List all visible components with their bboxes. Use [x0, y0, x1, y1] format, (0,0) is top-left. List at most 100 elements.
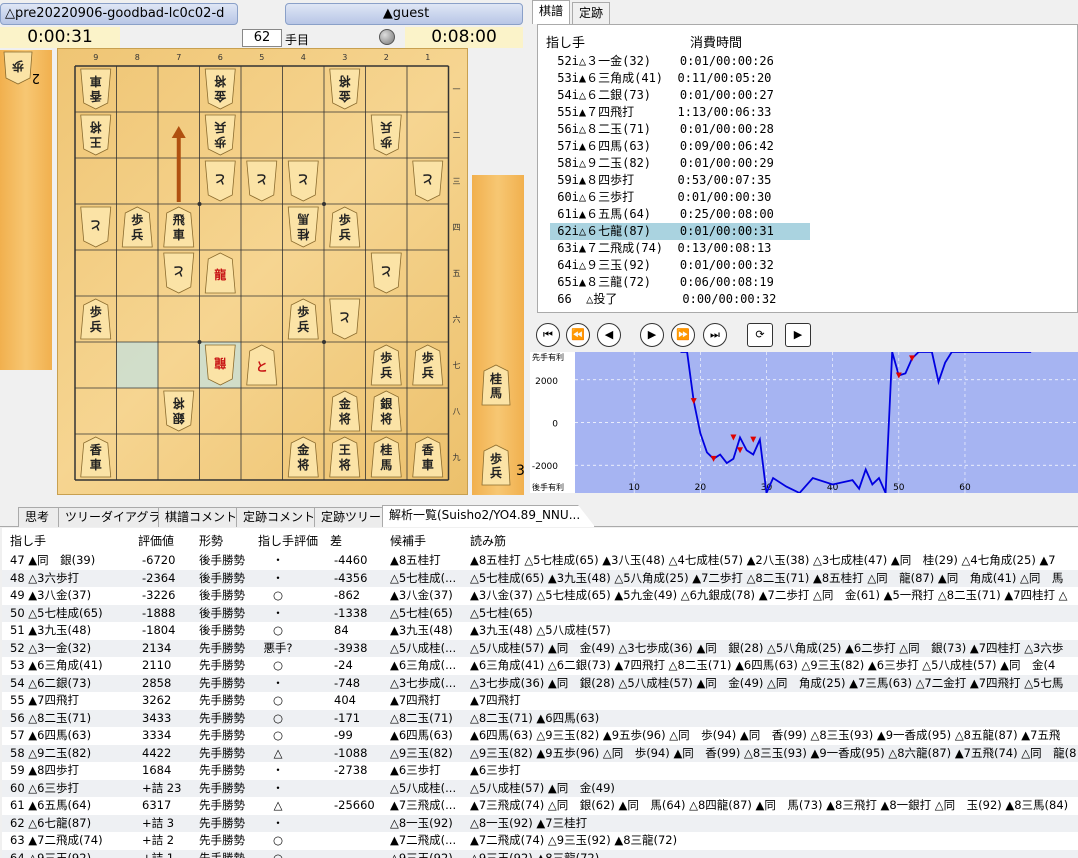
next-branch-button[interactable]: ⏩ — [671, 323, 695, 347]
table-cell: 3262 — [142, 693, 172, 707]
table-header[interactable]: 差 — [330, 532, 388, 550]
board-piece[interactable]: 歩兵 — [370, 114, 402, 156]
board-piece[interactable]: 歩兵 — [412, 344, 444, 386]
tab-joseki[interactable]: 定跡 — [572, 2, 611, 24]
board-piece[interactable]: 金将 — [287, 436, 319, 478]
table-row[interactable]: 57 ▲6四馬(63) 3334 先手勝勢 ○ -99 ▲6四馬(63) ▲6四馬(63) … — [2, 727, 1078, 745]
table-row[interactable]: 50 △5七桂成(65) -1888 後手勝勢 ・ -1338 △5七桂(65) △5七桂(… — [2, 604, 1078, 622]
board-piece[interactable]: 歩兵 — [329, 206, 361, 248]
board-piece[interactable]: 香車 — [80, 68, 112, 110]
table-row[interactable]: 47 ▲同 銀(39) -6720 後手勝勢 ・ -4460 ▲8五桂打 ▲8五桂打 △5七… — [2, 552, 1078, 570]
kifu-row[interactable]: 65i▲８三龍(72) 0:06/00:08:19 — [550, 274, 810, 291]
kifu-row[interactable]: 56i△８二玉(71) 0:01/00:00:28 — [550, 121, 810, 138]
table-header[interactable]: 読み筋 — [470, 532, 1078, 550]
table-row[interactable]: 56 △8二玉(71) 3433 先手勝勢 ○ -171 △8二玉(71) △8二玉(71)… — [2, 709, 1078, 727]
board-piece[interactable]: 歩兵 — [287, 298, 319, 340]
board-piece[interactable]: 銀将 — [163, 390, 195, 432]
table-row[interactable]: 64 △9三玉(92) +詰 1 先手勝勢 ○ △9三玉(92) △9三玉(92) ▲8三… — [2, 849, 1078, 858]
kifu-row[interactable]: 55i▲７四飛打 1:13/00:06:33 — [550, 104, 810, 121]
evaluation-graph[interactable]: 2000 0 -2000 先手有利 後手有利 10 20 30 40 50 60 — [530, 351, 1078, 497]
table-row[interactable]: 52 △3一金(32) 2134 先手勝勢 悪手? -3938 △5八成桂(... △5八成… — [2, 639, 1078, 657]
kifu-list[interactable]: 指し手 消費時間 52i△３一金(32) 0:01/00:00:26 53i▲６… — [537, 24, 1078, 313]
shogi-board[interactable]: 987654321一二三四五六七八九香車金将金将王将歩兵歩兵ととととと歩兵飛車桂… — [57, 48, 468, 495]
table-cell: △9三玉(82) — [390, 745, 453, 760]
piece-label: 銀 — [173, 411, 186, 426]
board-piece[interactable]: と — [204, 160, 236, 202]
table-header[interactable]: 評価値 — [138, 532, 196, 550]
board-grid[interactable]: 9 8 7 6 5 4 3 2 1一二三四五六七八九香車金将金将王将歩兵歩兵ととととと 歩兵飛車桂… — [58, 49, 469, 496]
board-piece[interactable]: 金将 — [329, 390, 361, 432]
kifu-row[interactable]: 52i△３一金(32) 0:01/00:00:26 — [550, 53, 810, 70]
table-header[interactable]: 候補手 — [390, 532, 468, 550]
analysis-table[interactable]: 指し手 評価値 形勢 指し手評価差候補手 読み筋 47 ▲同 銀(39) -6720 後手勝… — [2, 528, 1078, 858]
table-header[interactable]: 指し手 — [10, 532, 136, 550]
table-header[interactable]: 形勢 — [199, 532, 257, 550]
board-piece[interactable]: 桂馬 — [370, 436, 402, 478]
move-number-input[interactable]: 62 — [242, 29, 282, 47]
board-piece[interactable]: 龍 — [204, 344, 236, 386]
kifu-row[interactable]: 64i△９三玉(92) 0:01/00:00:32 — [550, 257, 810, 274]
board-piece[interactable]: 香車 — [80, 436, 112, 478]
table-row[interactable]: 63 ▲7二飛成(74) +詰 2 先手勝勢 ○ ▲7二飛成(... ▲7二飛成(74) … — [2, 832, 1078, 850]
tab-kifu[interactable]: 棋譜 — [532, 0, 571, 24]
kifu-row[interactable]: 62i△６七龍(87) 0:01/00:00:31 — [550, 223, 810, 240]
board-piece[interactable]: と — [287, 160, 319, 202]
board-piece[interactable]: 桂馬 — [287, 206, 319, 248]
board-piece[interactable]: と — [329, 298, 361, 340]
board-piece[interactable]: 歩兵 — [204, 114, 236, 156]
table-row[interactable]: 51 ▲3九玉(48) -1804 後手勝勢 ○ 84 ▲3九玉(48) ▲3九玉(48) … — [2, 622, 1078, 640]
board-piece[interactable]: 歩兵 — [121, 206, 153, 248]
prev-branch-button[interactable]: ⏪ — [566, 323, 590, 347]
kifu-row[interactable]: 63i▲７二飛成(74) 0:13/00:08:13 — [550, 240, 810, 257]
table-row[interactable]: 59 ▲8四歩打 1684 先手勝勢 ・ -2738 ▲6三歩打 ▲6三歩打 — [2, 762, 1078, 780]
board-piece[interactable]: 王将 — [329, 436, 361, 478]
flip-board-button[interactable]: ⟳ — [747, 323, 773, 347]
piece-label: 将 — [339, 457, 351, 472]
board-piece[interactable]: と — [370, 252, 402, 294]
gote-hand-piece[interactable]: 歩 2 — [0, 50, 52, 100]
kifu-row[interactable]: 61i▲６五馬(64) 0:25/00:08:00 — [550, 206, 810, 223]
board-piece[interactable]: と — [163, 252, 195, 294]
table-row[interactable]: 62 △6七龍(87) +詰 3 先手勝勢 ・ △8一玉(92) △8一玉(92) ▲7三… — [2, 814, 1078, 832]
kifu-row[interactable]: 54i△６二銀(73) 0:01/00:00:27 — [550, 87, 810, 104]
sente-hand-pieces[interactable]: 桂馬歩兵 3 — [472, 175, 525, 495]
kifu-row[interactable]: 53i▲６三角成(41) 0:11/00:05:20 — [550, 70, 810, 87]
board-piece[interactable]: 金将 — [204, 68, 236, 110]
sente-hand-piece-0[interactable]: 桂馬 — [481, 364, 511, 406]
next-move-button[interactable]: ▶ — [640, 323, 664, 347]
kifu-row[interactable]: 57i▲６四馬(63) 0:09/00:06:42 — [550, 138, 810, 155]
kifu-row[interactable]: 60i△６三歩打 0:01/00:00:30 — [550, 189, 810, 206]
first-move-button[interactable]: ⏮ — [536, 323, 560, 347]
table-row[interactable]: 58 △9二玉(82) 4422 先手勝勢 △ -1088 △9三玉(82) △9三玉(82… — [2, 744, 1078, 762]
board-piece[interactable]: 歩兵 — [370, 344, 402, 386]
table-row[interactable]: 55 ▲7四飛打 3262 先手勝勢 ○ 404 ▲7四飛打 ▲7四飛打 — [2, 692, 1078, 710]
kifu-row[interactable]: 59i▲８四歩打 0:53/00:07:35 — [550, 172, 810, 189]
board-piece[interactable]: 龍 — [204, 252, 236, 294]
board-piece[interactable]: 銀将 — [370, 390, 402, 432]
bottom-tab-0[interactable]: 思考 — [18, 507, 65, 527]
board-piece[interactable]: と — [246, 160, 278, 202]
board-piece[interactable]: 金将 — [329, 68, 361, 110]
table-row[interactable]: 48 △3六歩打 -2364 後手勝勢 ・ -4356 △5七桂成(... △5七桂成(65… — [2, 569, 1078, 587]
table-header[interactable]: 指し手評価 — [258, 532, 328, 550]
board-piece[interactable]: と — [246, 344, 278, 386]
board-piece[interactable]: と — [80, 206, 112, 248]
table-row[interactable]: 49 ▲3八金(37) -3226 後手勝勢 ○ -862 ▲3八金(37) ▲3八金(37… — [2, 587, 1078, 605]
table-row[interactable]: 61 ▲6五馬(64) 6317 先手勝勢 △ -25660 ▲7三飛成(... ▲7三飛成… — [2, 797, 1078, 815]
board-piece[interactable]: と — [412, 160, 444, 202]
table-row[interactable]: 60 △6三歩打 +詰 23 先手勝勢 ・ △5八成桂(... △5八成桂(57) ▲同 … — [2, 779, 1078, 797]
table-cell: -748 — [334, 675, 361, 690]
table-row[interactable]: 53 ▲6三角成(41) 2110 先手勝勢 ○ -24 ▲6三角成(... ▲6三角成(4… — [2, 657, 1078, 675]
board-piece[interactable]: 香車 — [412, 436, 444, 478]
sente-hand-piece-1[interactable]: 歩兵 3 — [481, 444, 525, 486]
bottom-tab-5[interactable]: 解析一覧(Suisho2/YO4.89_NNU... — [382, 505, 596, 527]
prev-move-button[interactable]: ◀ — [597, 323, 621, 347]
last-move-button[interactable]: ⏭ — [703, 323, 727, 347]
board-piece[interactable]: 飛車 — [163, 206, 195, 248]
kifu-row[interactable]: 58i△９二玉(82) 0:01/00:00:29 — [550, 155, 810, 172]
kifu-row[interactable]: 66 △投了 0:00/00:00:32 — [550, 291, 810, 308]
play-button[interactable]: ▶ — [785, 323, 811, 347]
board-piece[interactable]: 王将 — [80, 114, 112, 156]
table-row[interactable]: 54 △6二銀(73) 2858 先手勝勢 ・ -748 △3七歩成(... △3七歩成(3… — [2, 674, 1078, 692]
board-piece[interactable]: 歩兵 — [80, 298, 112, 340]
